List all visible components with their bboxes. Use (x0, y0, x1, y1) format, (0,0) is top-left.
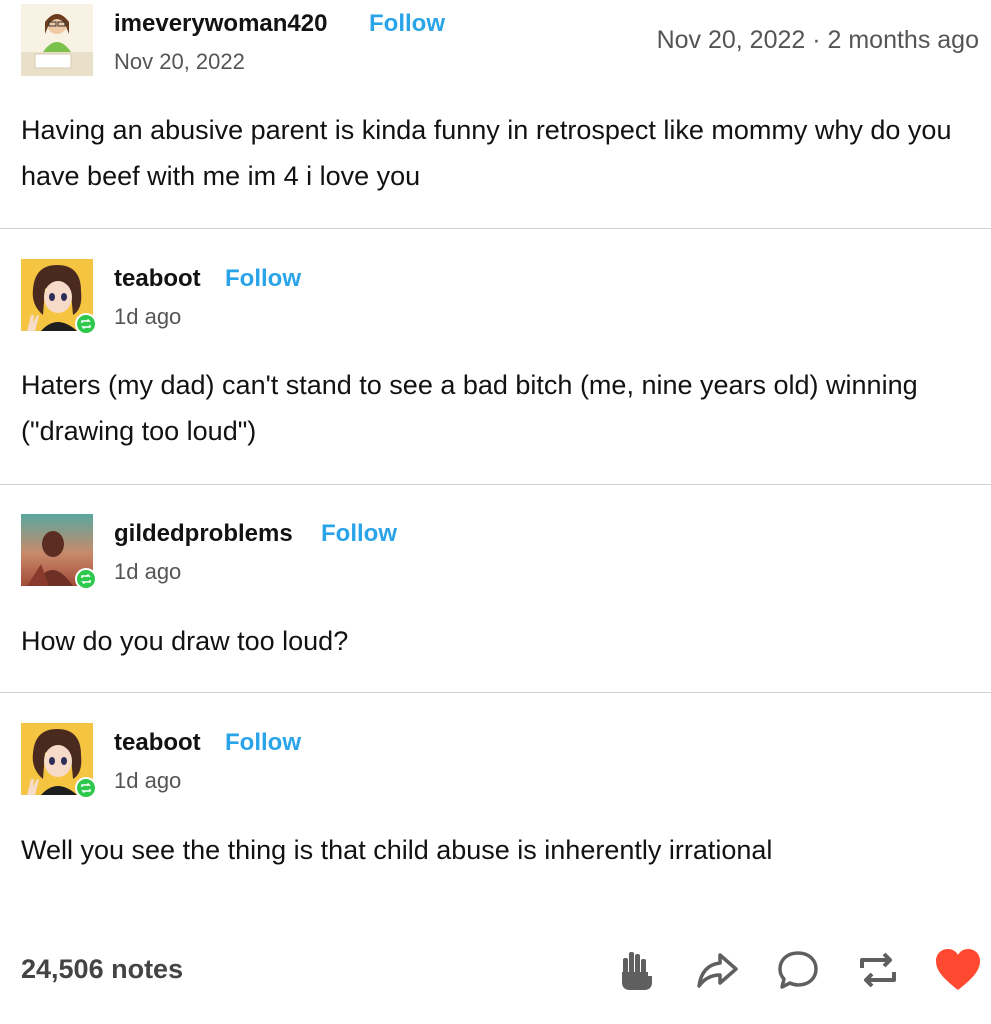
follow-button[interactable]: Follow (225, 729, 301, 757)
like-icon[interactable] (933, 946, 981, 994)
reblog-badge-icon (75, 313, 97, 335)
reblog-time: 1d ago (114, 559, 182, 584)
reblog-text: Haters (my dad) can't stand to see a bad… (21, 370, 918, 446)
reblog-text: How do you draw too loud? (21, 626, 349, 656)
reblog-icon[interactable] (854, 946, 902, 994)
reblog-text: Well you see the thing is that child abu… (21, 835, 773, 865)
post-timestamp[interactable]: Nov 20, 2022 · 2 months ago (657, 26, 979, 55)
username[interactable]: teaboot (114, 265, 201, 293)
avatar[interactable] (21, 4, 93, 76)
original-post: imeverywoman420 Follow Nov 20, 2022 Nov … (0, 0, 991, 228)
post-date: Nov 20, 2022 (114, 49, 245, 74)
avatar[interactable] (21, 259, 97, 335)
follow-button[interactable]: Follow (321, 520, 397, 548)
reblog-entry: gildedproblems Follow 1d ago How do you … (0, 485, 991, 692)
share-icon[interactable] (693, 946, 741, 994)
reblog-entry: teaboot Follow 1d ago Haters (my dad) ca… (0, 229, 991, 484)
username[interactable]: teaboot (114, 729, 201, 757)
avatar[interactable] (21, 723, 97, 799)
avatar[interactable] (21, 514, 97, 590)
reblog-time: 1d ago (114, 304, 182, 329)
follow-button[interactable]: Follow (369, 10, 445, 38)
follow-button[interactable]: Follow (225, 265, 301, 293)
post-text: Having an abusive parent is kinda funny … (21, 115, 952, 191)
reply-icon[interactable] (774, 946, 822, 994)
reblog-badge-icon (75, 777, 97, 799)
reblog-badge-icon (75, 568, 97, 590)
hand-icon[interactable] (612, 946, 660, 994)
reblog-time: 1d ago (114, 768, 182, 793)
username[interactable]: gildedproblems (114, 520, 293, 548)
notes-count[interactable]: 24,506 notes (21, 954, 183, 985)
username[interactable]: imeverywoman420 (114, 10, 327, 38)
reblog-entry: teaboot Follow 1d ago Well you see the t… (0, 693, 991, 933)
